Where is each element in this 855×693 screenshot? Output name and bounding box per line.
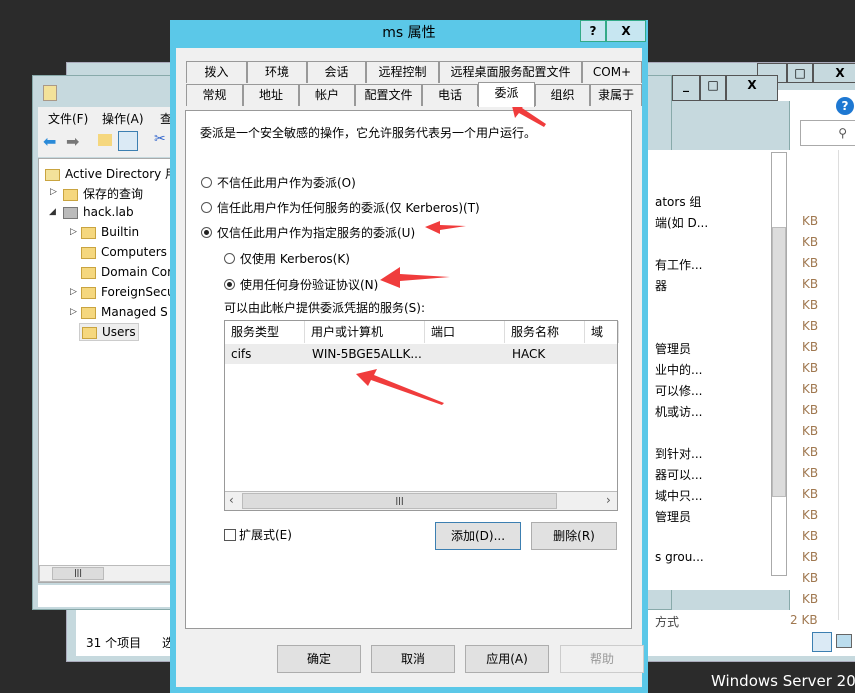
arrow-service-annotation xyxy=(356,369,444,405)
tab-delegation[interactable]: 委派 xyxy=(478,82,535,107)
arrow-protocol-annotation xyxy=(380,267,450,288)
arrow-option-annotation xyxy=(425,221,466,234)
annotation-arrows xyxy=(356,102,546,405)
